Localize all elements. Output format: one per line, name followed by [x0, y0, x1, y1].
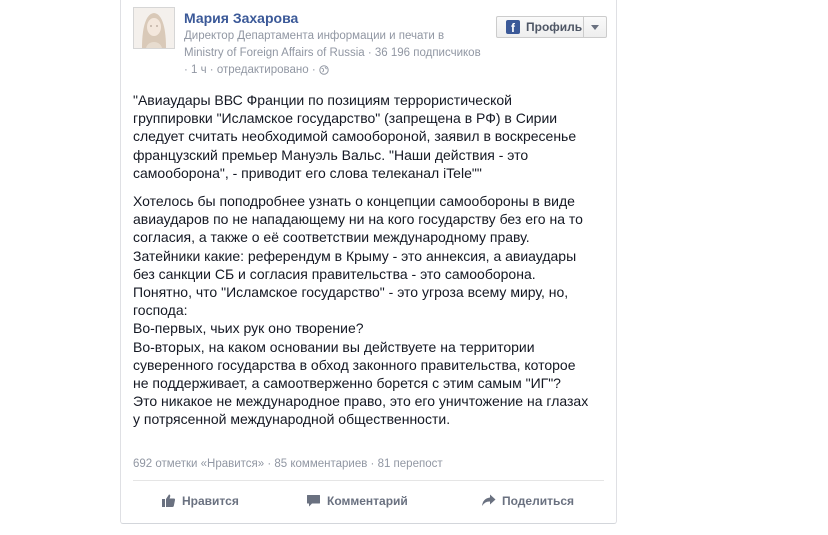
quote-line: самооборона", - приводит его слова телек…	[133, 164, 482, 181]
body-line: Хотелось бы поподробнее узнать о концепц…	[133, 193, 575, 209]
profile-button-label: Профиль	[526, 20, 583, 34]
comment-icon	[307, 495, 320, 507]
share-button-label: Поделиться	[502, 493, 575, 508]
post-quote: "Авиаудары ВВС Франции по позициям терро…	[133, 91, 603, 182]
body-line: Во-вторых, на каком основании вы действу…	[133, 338, 535, 355]
post-card: Мария Захарова Директор Департамента инф…	[120, 0, 617, 524]
comment-button[interactable]: Комментарий	[306, 493, 408, 508]
author-subtitle-line1[interactable]: Директор Департамента информации и печат…	[184, 30, 444, 42]
body-line: господа:	[133, 302, 188, 319]
body-line: согласия, а также о её соответствии межд…	[133, 229, 530, 246]
author-name[interactable]: Мария Захарова	[184, 10, 298, 26]
post-meta: · 1 ч · отредактировано ·	[184, 64, 329, 76]
profile-button[interactable]: f Профиль	[496, 16, 607, 38]
actions-divider	[133, 480, 604, 481]
comment-button-label: Комментарий	[327, 493, 408, 508]
body-line: не поддерживает, а самоотверженно боретс…	[133, 375, 561, 392]
like-button[interactable]: Нравится	[161, 493, 239, 508]
thumbs-up-icon	[162, 494, 176, 507]
caret-down-icon[interactable]	[589, 22, 601, 32]
post-stats[interactable]: 692 отметки «Нравится» · 85 комментариев…	[133, 458, 443, 470]
body-line: Это никакое не международное право, это …	[133, 393, 589, 410]
post-body: Хотелось бы поподробнее узнать о концепц…	[133, 192, 603, 429]
avatar-image	[134, 8, 174, 48]
body-line: авиаударов по не нападающему ни на кого …	[133, 211, 583, 228]
body-line: Понятно, что "Исламское государство" - э…	[133, 284, 569, 301]
body-line: суверенного государства в обход законног…	[133, 356, 576, 373]
body-line: Затейники какие: референдум в Крыму - эт…	[133, 247, 577, 264]
author-subtitle-line2[interactable]: Ministry of Foreign Affairs of Russia · …	[184, 47, 481, 59]
profile-button-divider	[583, 17, 584, 37]
globe-icon[interactable]	[318, 65, 329, 75]
body-line: без санкции СБ и согласия правительства …	[133, 265, 536, 282]
like-button-label: Нравится	[182, 493, 239, 508]
quote-line: группировки "Исламское государство" (зап…	[133, 110, 558, 127]
body-line: Во-первых, чьих рук оно творение?	[133, 320, 364, 337]
share-button[interactable]: Поделиться	[481, 493, 574, 508]
share-arrow-icon	[482, 494, 496, 506]
quote-line: следует считать необходимой самообороной…	[133, 128, 577, 145]
post-timestamp[interactable]: · 1 ч · отредактировано ·	[184, 64, 316, 76]
quote-line: французский премьер Мануэль Вальс. "Наши…	[133, 146, 529, 163]
facebook-logo-icon: f	[506, 20, 520, 34]
author-avatar[interactable]	[133, 7, 175, 49]
quote-line: "Авиаудары ВВС Франции по позициям терро…	[133, 92, 512, 108]
body-line: у потрясенной международной общественнос…	[133, 411, 451, 428]
